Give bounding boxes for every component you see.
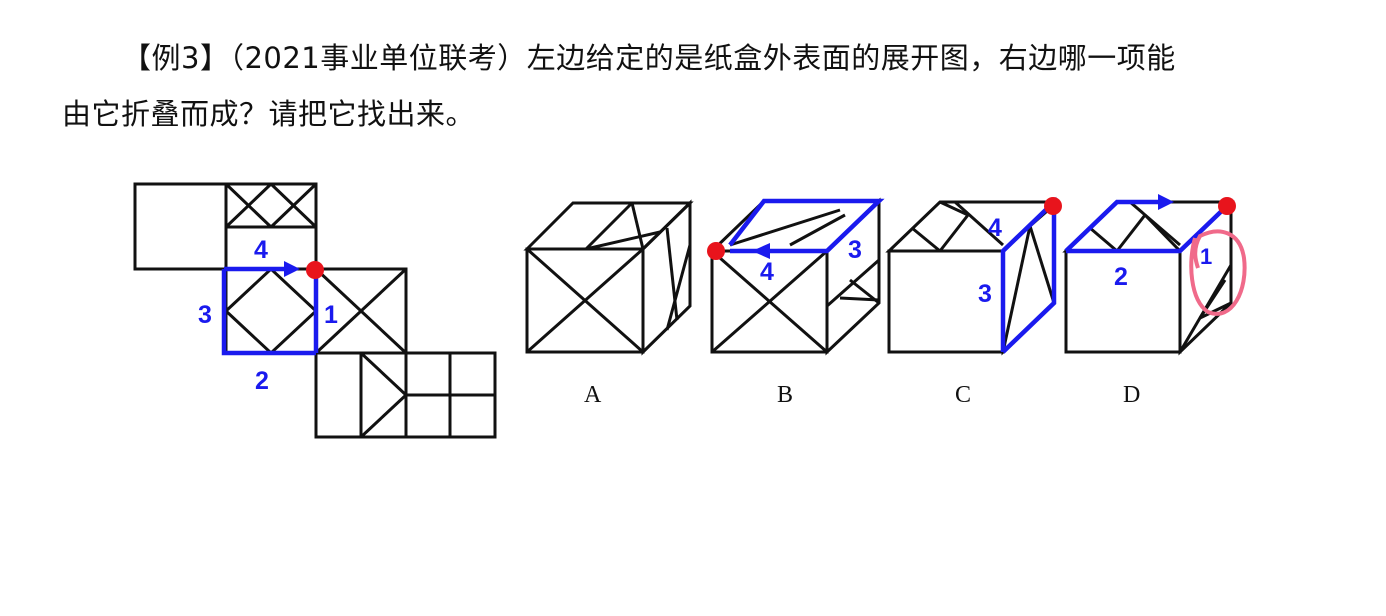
option-b-arrowhead xyxy=(752,243,770,259)
net-edge-path xyxy=(221,269,316,356)
option-d-arrowhead xyxy=(1158,194,1174,210)
option-a-cube xyxy=(523,199,694,356)
option-c-corner-marker xyxy=(1044,197,1062,215)
net-face-diamond xyxy=(224,266,319,356)
option-d-label-2: 2 xyxy=(1114,263,1128,291)
net-face-triangle xyxy=(314,351,408,439)
net-face-top-triangles xyxy=(224,182,318,271)
net-label-1: 1 xyxy=(324,301,338,329)
net-label-4: 4 xyxy=(254,236,268,264)
net-arrowhead xyxy=(284,261,300,277)
option-b-corner-marker xyxy=(707,242,725,260)
net-face-blank xyxy=(133,182,228,271)
option-d-label-1: 1 xyxy=(1200,244,1212,269)
option-label-b: B xyxy=(777,382,793,408)
net-label-3: 3 xyxy=(198,301,212,329)
net-face-grid xyxy=(404,351,497,439)
option-c-label-3: 3 xyxy=(978,280,992,308)
option-b-label-4: 4 xyxy=(760,258,774,286)
option-label-d: D xyxy=(1123,382,1140,408)
option-b-label-3: 3 xyxy=(848,236,862,264)
option-d-edge-top xyxy=(1064,199,1160,253)
option-label-c: C xyxy=(955,382,971,408)
option-label-a: A xyxy=(584,382,602,408)
puzzle-figure: 4 3 1 2 4 3 4 3 2 1 A B C D xyxy=(133,182,1247,439)
option-c-label-4: 4 xyxy=(988,214,1002,242)
net-corner-marker xyxy=(306,261,324,279)
option-d-corner-marker xyxy=(1218,197,1236,215)
net-label-2: 2 xyxy=(255,367,269,395)
